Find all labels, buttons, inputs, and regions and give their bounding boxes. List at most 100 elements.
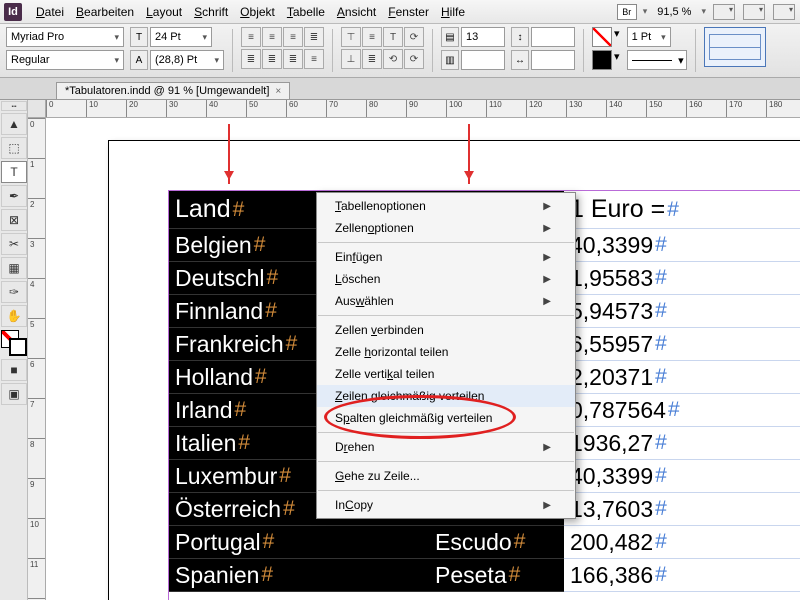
menu-bearbeiten[interactable]: Bearbeiten	[70, 5, 140, 19]
scissors-tool[interactable]: ✂	[1, 233, 27, 255]
rotate-90-icon[interactable]: ⟳	[404, 27, 424, 47]
ctx-loeschen[interactable]: Löschen▶	[317, 268, 575, 290]
font-family-field[interactable]: Myriad Pro▾	[6, 27, 124, 47]
row-height-field[interactable]	[531, 27, 575, 47]
document-area[interactable]: 0102030405060708090100110120130140150160…	[28, 100, 800, 600]
ctx-zelle-horizontal-teilen[interactable]: Zelle horizontal teilen	[317, 341, 575, 363]
cell-align-top-icon[interactable]: ⊤	[341, 27, 361, 47]
font-style-field[interactable]: Regular▾	[6, 50, 124, 70]
ctx-einfuegen[interactable]: Einfügen▶	[317, 246, 575, 268]
cell-value[interactable]: 1,95583#	[564, 262, 800, 295]
rows-field[interactable]: 13	[461, 27, 505, 47]
cell-country[interactable]: Spanien#	[169, 559, 429, 592]
table-row[interactable]: Portugal#Escudo#200,482#	[169, 526, 800, 559]
menu-schrift[interactable]: Schrift	[188, 5, 234, 19]
align-center-icon[interactable]: ≡	[262, 27, 282, 47]
ruler-origin[interactable]	[28, 100, 46, 118]
rotate-180-icon[interactable]: ⟲	[383, 49, 403, 69]
cell-value[interactable]: 0,787564#	[564, 394, 800, 427]
normal-view-icon[interactable]: ▣	[1, 383, 27, 405]
table-row[interactable]: Spanien#Peseta#166,386#	[169, 559, 800, 592]
arrange-icon[interactable]	[773, 4, 795, 20]
ctx-tabellenoptionen[interactable]: Tabellenoptionen▶	[317, 195, 575, 217]
menu-hilfe[interactable]: Hilfe	[435, 5, 471, 19]
justify-right-icon[interactable]: ≣	[262, 49, 282, 69]
cell-align-bottom-icon[interactable]: ⊥	[341, 49, 361, 69]
toolbox: ┅ ▲ ▷ ⬚ ↔ T ╲ ✒ ✎ ⊠ □ ✂ ✥ ▦ ◧ ✑ ✐ ✋ 🔍 ■ …	[0, 100, 28, 600]
hand-tool[interactable]: ✋	[1, 305, 27, 327]
rect-frame-tool[interactable]: ⊠	[1, 209, 27, 231]
context-menu: Tabellenoptionen▶ Zellenoptionen▶ Einfüg…	[316, 192, 576, 519]
cell-value[interactable]: 6,55957#	[564, 328, 800, 361]
cell-value[interactable]: 40,3399#	[564, 460, 800, 493]
cell-value[interactable]: 200,482#	[564, 526, 800, 559]
ctx-auswaehlen[interactable]: Auswählen▶	[317, 290, 575, 312]
note-tool[interactable]: ✑	[1, 281, 27, 303]
ctx-zellenoptionen[interactable]: Zellenoptionen▶	[317, 217, 575, 239]
menu-datei[interactable]: Datei	[30, 5, 70, 19]
menu-layout[interactable]: Layout	[140, 5, 188, 19]
cols-field[interactable]	[461, 50, 505, 70]
font-size-field[interactable]: 24 Pt▾	[150, 27, 212, 47]
cell-value[interactable]: 166,386#	[564, 559, 800, 592]
fill-swatch-black[interactable]	[592, 50, 612, 70]
justify-center-icon[interactable]: ≣	[241, 49, 261, 69]
document-tab[interactable]: *Tabulatoren.indd @ 91 % [Umgewandelt] ×	[56, 82, 290, 99]
close-icon[interactable]: ×	[275, 86, 281, 97]
col-width-field[interactable]	[531, 50, 575, 70]
fill-stroke-proxy[interactable]	[1, 330, 27, 356]
menu-ansicht[interactable]: Ansicht	[331, 5, 382, 19]
justify-left-icon[interactable]: ≣	[304, 27, 324, 47]
selection-tool[interactable]: ▲	[1, 113, 27, 135]
cell-value[interactable]: 40,3399#	[564, 229, 800, 262]
bridge-icon[interactable]: Br	[617, 4, 637, 20]
view-options-icon[interactable]	[713, 4, 735, 20]
screen-mode-icon[interactable]	[743, 4, 765, 20]
cell-stroke-proxy[interactable]	[704, 27, 766, 67]
font-size-icon: T	[130, 27, 148, 47]
align-spine-icon[interactable]: ≡	[304, 49, 324, 69]
cell-value[interactable]: 2,20371#	[564, 361, 800, 394]
red-arrow-1	[228, 124, 230, 184]
document-tab-bar: *Tabulatoren.indd @ 91 % [Umgewandelt] ×	[0, 78, 800, 100]
page-tool[interactable]: ⬚	[1, 137, 27, 159]
toolbox-handle[interactable]: ┅	[1, 101, 27, 111]
ctx-drehen[interactable]: Drehen▶	[317, 436, 575, 458]
cell-justify-icon[interactable]: ≣	[362, 49, 382, 69]
align-left-icon[interactable]: ≡	[241, 27, 261, 47]
pen-tool[interactable]: ✒	[1, 185, 27, 207]
type-tool[interactable]: T	[1, 161, 27, 183]
zoom-level[interactable]: 91,5 %	[653, 6, 695, 18]
cell-currency[interactable]: Escudo#	[429, 526, 564, 559]
row-height-icon: ↕	[511, 27, 529, 47]
fill-swatch-none[interactable]	[592, 27, 612, 47]
menu-fenster[interactable]: Fenster	[382, 5, 435, 19]
vertical-ruler[interactable]: 0123456789101112	[28, 118, 46, 600]
apply-color-icon[interactable]: ■	[1, 359, 27, 381]
justify-all-icon[interactable]: ≣	[283, 49, 303, 69]
rotate-270-icon[interactable]: ⟳	[404, 49, 424, 69]
stroke-weight-field[interactable]: 1 Pt▾	[627, 27, 671, 47]
gradient-tool[interactable]: ▦	[1, 257, 27, 279]
ctx-zellen-verbinden[interactable]: Zellen verbinden	[317, 319, 575, 341]
menu-tabelle[interactable]: Tabelle	[281, 5, 331, 19]
cell-country[interactable]: Portugal#	[169, 526, 429, 559]
align-right-icon[interactable]: ≡	[283, 27, 303, 47]
cell-value[interactable]: 1936,27#	[564, 427, 800, 460]
ctx-zeilen-verteilen[interactable]: Zeilen gleichmäßig verteilen	[317, 385, 575, 407]
leading-field[interactable]: (28,8) Pt▾	[150, 50, 224, 70]
ctx-spalten-verteilen[interactable]: Spalten gleichmäßig verteilen	[317, 407, 575, 429]
cell-value[interactable]: 5,94573#	[564, 295, 800, 328]
cell-currency[interactable]: Peseta#	[429, 559, 564, 592]
cell-value[interactable]: 13,7603#	[564, 493, 800, 526]
ctx-incopy[interactable]: InCopy▶	[317, 494, 575, 516]
cell-align-middle-icon[interactable]: ≡	[362, 27, 382, 47]
stroke-style-field[interactable]: ▾	[627, 50, 687, 70]
ctx-gehe-zu-zeile[interactable]: Gehe zu Zeile...	[317, 465, 575, 487]
rotate-0-icon[interactable]: T	[383, 27, 403, 47]
cols-icon: ▥	[441, 50, 459, 70]
horizontal-ruler[interactable]: 0102030405060708090100110120130140150160…	[46, 100, 800, 118]
menu-objekt[interactable]: Objekt	[234, 5, 281, 19]
ctx-zelle-vertikal-teilen[interactable]: Zelle vertikal teilen	[317, 363, 575, 385]
app-icon: Id	[4, 3, 22, 21]
